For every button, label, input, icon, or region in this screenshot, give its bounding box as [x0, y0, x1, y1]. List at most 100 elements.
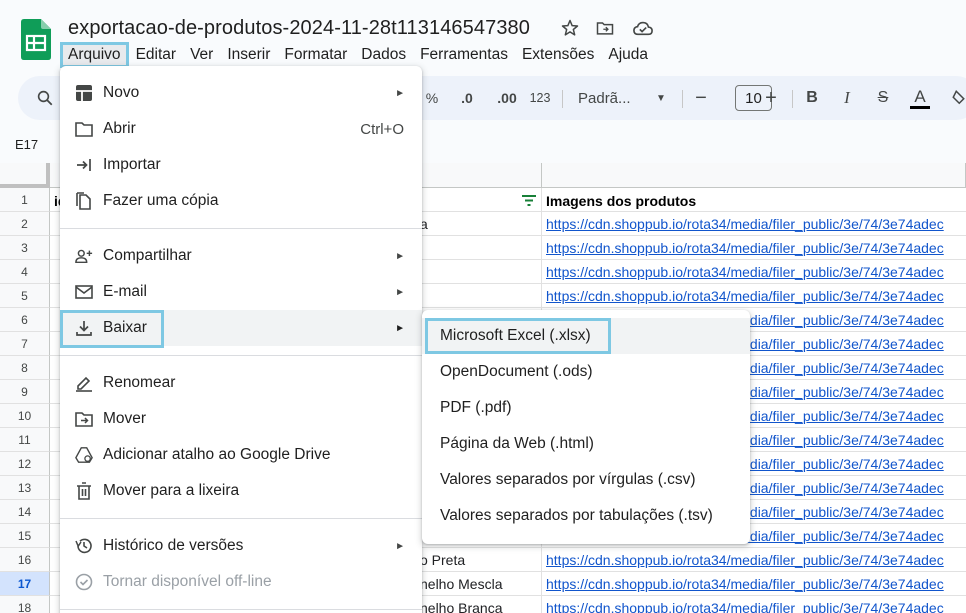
cloud-saved-icon[interactable]: [632, 17, 654, 39]
fill-color-icon[interactable]: [950, 76, 966, 120]
menu-arquivo[interactable]: Arquivo: [60, 42, 129, 68]
menu-item-email[interactable]: E-mail ►: [60, 274, 422, 310]
italic-button[interactable]: I: [837, 76, 857, 120]
row-header[interactable]: 2: [0, 212, 50, 236]
cell-e1-header[interactable]: Imagens dos produtos: [546, 189, 696, 213]
star-icon[interactable]: [559, 17, 581, 39]
cell-image-link[interactable]: https://cdn.shoppub.io/rota34/media/file…: [546, 548, 966, 572]
row-header[interactable]: 16: [0, 548, 50, 572]
menu-item-fazer-copia[interactable]: Fazer uma cópia: [60, 183, 422, 219]
person-add-icon: [75, 247, 93, 265]
cell-product-name[interactable]: nelho Branca: [420, 596, 538, 613]
menu-divider: [60, 518, 422, 519]
file-menu: Novo ► Abrir Ctrl+O Importar Fazer uma c…: [60, 66, 422, 613]
row-header[interactable]: 1: [0, 188, 50, 212]
menu-item-label: Mover para a lixeira: [103, 482, 240, 499]
row-header[interactable]: 7: [0, 332, 50, 356]
move-folder-icon[interactable]: [594, 17, 616, 39]
row-header[interactable]: 6: [0, 308, 50, 332]
cell-product-name[interactable]: [420, 260, 538, 284]
cell-image-link[interactable]: https://cdn.shoppub.io/rota34/media/file…: [546, 572, 966, 596]
cell-image-link[interactable]: https://cdn.shoppub.io/rota34/media/file…: [546, 260, 966, 284]
menu-item-lixeira[interactable]: Mover para a lixeira: [60, 473, 422, 509]
row-header[interactable]: 13: [0, 476, 50, 500]
menu-ajuda[interactable]: Ajuda: [601, 42, 655, 68]
row-header[interactable]: 3: [0, 236, 50, 260]
menu-inserir[interactable]: Inserir: [220, 42, 277, 68]
submenu-arrow-icon: ►: [395, 250, 405, 262]
submenu-item-label: OpenDocument (.ods): [440, 363, 593, 380]
text-color-label: A: [914, 86, 926, 106]
download-html-option[interactable]: Página da Web (.html): [422, 426, 750, 462]
increase-decimals-button[interactable]: .00: [490, 76, 524, 120]
download-tsv-option[interactable]: Valores separados por tabulações (.tsv): [422, 498, 750, 534]
decrease-font-size-button[interactable]: −: [690, 76, 712, 120]
row-header[interactable]: 8: [0, 356, 50, 380]
menu-item-historico[interactable]: Histórico de versões ►: [60, 528, 422, 564]
row-header[interactable]: 14: [0, 500, 50, 524]
download-pdf-option[interactable]: PDF (.pdf): [422, 390, 750, 426]
menu-item-baixar[interactable]: Baixar ►: [60, 310, 422, 346]
bold-button[interactable]: B: [802, 76, 822, 120]
cell-image-link[interactable]: https://cdn.shoppub.io/rota34/media/file…: [546, 236, 966, 260]
menu-item-label: Novo: [103, 84, 140, 101]
row-header[interactable]: 18: [0, 596, 50, 613]
shortcut-label: Ctrl+O: [360, 120, 404, 138]
row-header[interactable]: 10: [0, 404, 50, 428]
column-header-e[interactable]: [542, 163, 966, 188]
row-header[interactable]: 17: [0, 572, 50, 596]
cell-image-link[interactable]: https://cdn.shoppub.io/rota34/media/file…: [546, 596, 966, 613]
row-header[interactable]: 15: [0, 524, 50, 548]
menu-item-renomear[interactable]: Renomear: [60, 365, 422, 401]
google-sheets-logo[interactable]: [21, 19, 51, 60]
font-family-value: Padrã...: [578, 89, 631, 107]
cell-product-name[interactable]: nelho Mescla: [420, 572, 538, 596]
menu-ferramentas[interactable]: Ferramentas: [413, 42, 515, 68]
cell-product-name[interactable]: a: [420, 212, 538, 236]
menu-item-abrir[interactable]: Abrir Ctrl+O: [60, 111, 422, 147]
menu-item-importar[interactable]: Importar: [60, 147, 422, 183]
menu-item-novo[interactable]: Novo ►: [60, 75, 422, 111]
font-family-select[interactable]: Padrã... ▼: [578, 76, 670, 120]
row-header[interactable]: 12: [0, 452, 50, 476]
menu-item-compartilhar[interactable]: Compartilhar ►: [60, 238, 422, 274]
cell-product-name[interactable]: o Preta: [420, 548, 538, 572]
cell-product-name[interactable]: [420, 284, 538, 308]
row-header[interactable]: 5: [0, 284, 50, 308]
strikethrough-button[interactable]: S: [872, 76, 894, 120]
search-menus-icon[interactable]: [32, 76, 58, 120]
menu-item-atalho-drive[interactable]: Adicionar atalho ao Google Drive: [60, 437, 422, 473]
download-xlsx-option[interactable]: Microsoft Excel (.xlsx): [422, 318, 750, 354]
row-header[interactable]: 9: [0, 380, 50, 404]
submenu-item-label: Valores separados por tabulações (.tsv): [440, 507, 713, 524]
submenu-arrow-icon: ►: [395, 322, 405, 334]
menu-item-label: Histórico de versões: [103, 537, 244, 554]
download-csv-option[interactable]: Valores separados por vírgulas (.csv): [422, 462, 750, 498]
cell-product-name[interactable]: [420, 236, 538, 260]
increase-font-size-button[interactable]: +: [760, 76, 782, 120]
decrease-decimals-label: .0: [461, 90, 473, 106]
menu-item-mover[interactable]: Mover: [60, 401, 422, 437]
toolbar-divider: [792, 90, 793, 108]
document-title[interactable]: exportacao-de-produtos-2024-11-28t113146…: [68, 17, 530, 40]
select-all-corner[interactable]: [0, 163, 50, 188]
row-header[interactable]: 11: [0, 428, 50, 452]
decrease-decimals-button[interactable]: .0: [452, 76, 482, 120]
text-color-button[interactable]: A: [908, 76, 932, 120]
drive-shortcut-icon: [75, 446, 93, 464]
percent-format-button[interactable]: %: [420, 76, 444, 120]
download-ods-option[interactable]: OpenDocument (.ods): [422, 354, 750, 390]
menu-dados[interactable]: Dados: [354, 42, 413, 68]
row-header[interactable]: 4: [0, 260, 50, 284]
number-format-button[interactable]: 123: [526, 76, 554, 120]
menu-formatar[interactable]: Formatar: [277, 42, 354, 68]
menu-ver[interactable]: Ver: [183, 42, 220, 68]
filter-icon[interactable]: [521, 194, 537, 208]
menu-item-label: Adicionar atalho ao Google Drive: [103, 446, 331, 463]
menu-editar[interactable]: Editar: [129, 42, 184, 68]
menu-item-label: Baixar: [103, 319, 147, 336]
cell-image-link[interactable]: https://cdn.shoppub.io/rota34/media/file…: [546, 284, 966, 308]
menu-extensoes[interactable]: Extensões: [515, 42, 601, 68]
cell-image-link[interactable]: https://cdn.shoppub.io/rota34/media/file…: [546, 212, 966, 236]
name-box[interactable]: E17: [0, 132, 60, 158]
